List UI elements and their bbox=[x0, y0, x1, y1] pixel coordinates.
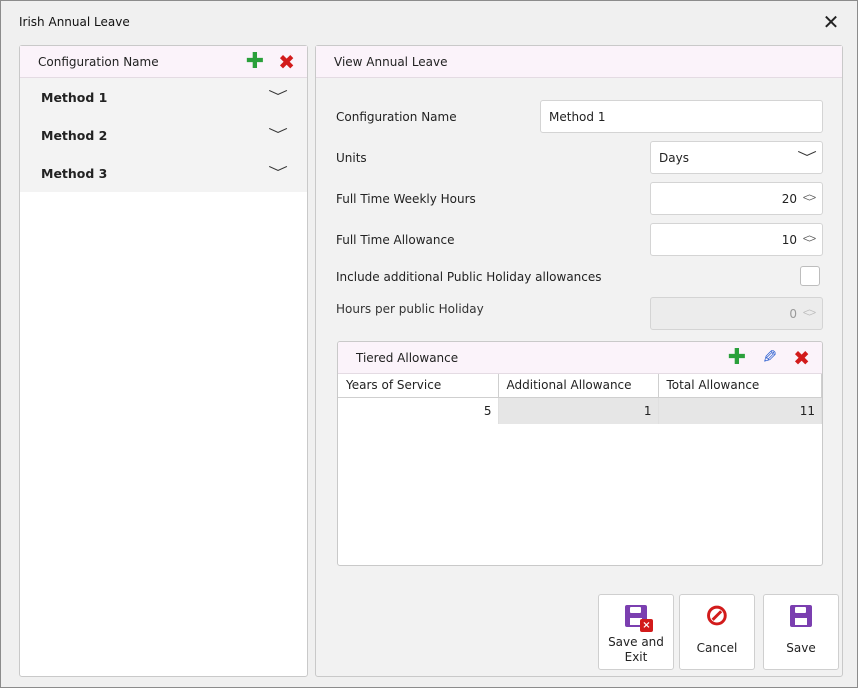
close-icon[interactable]: ✕ bbox=[817, 10, 845, 34]
configuration-list-header: Configuration Name ✚ ✖ bbox=[20, 46, 307, 78]
spin-down-icon[interactable]: ﹀ bbox=[803, 198, 817, 207]
allowance-stepper[interactable]: 10 ︿ ﹀ bbox=[650, 223, 823, 256]
public-holiday-checkbox[interactable] bbox=[800, 266, 820, 286]
spin-down-icon[interactable]: ﹀ bbox=[803, 239, 817, 248]
method-item-label: Method 3 bbox=[41, 165, 108, 181]
save-and-exit-label-line1: Save and bbox=[608, 635, 664, 649]
save-label: Save bbox=[786, 641, 816, 655]
floppy-disk-icon: × bbox=[625, 605, 653, 632]
column-header-years[interactable]: Years of Service bbox=[338, 374, 499, 398]
spinner-icon: ︿ ﹀ bbox=[802, 305, 817, 323]
tiered-allowance-header: Tiered Allowance ✚ ✎ ✖ bbox=[338, 342, 822, 374]
method-item-label: Method 1 bbox=[41, 89, 108, 105]
allowance-value: 10 bbox=[781, 232, 797, 247]
delete-tier-icon[interactable]: ✖ bbox=[793, 348, 810, 368]
weekly-hours-value: 20 bbox=[781, 191, 797, 206]
configuration-list-title: Configuration Name bbox=[38, 54, 159, 69]
chevron-down-icon[interactable]: ﹀ bbox=[268, 125, 288, 145]
spin-down-icon: ﹀ bbox=[802, 312, 817, 323]
save-and-exit-button[interactable]: × Save and Exit bbox=[598, 594, 674, 670]
add-configuration-icon[interactable]: ✚ bbox=[246, 50, 264, 73]
units-value: Days bbox=[659, 150, 689, 165]
column-header-total[interactable]: Total Allowance bbox=[658, 374, 822, 398]
spinner-icon[interactable]: ︿ ﹀ bbox=[803, 231, 817, 248]
method-item-1[interactable]: Method 1 ﹀ bbox=[20, 78, 307, 116]
additional-cell: 1 bbox=[498, 397, 659, 424]
tiered-allowance-title: Tiered Allowance bbox=[356, 350, 459, 365]
no-entry-icon: ⊘ bbox=[704, 598, 730, 633]
close-badge-icon: × bbox=[640, 619, 653, 632]
hours-per-holiday-label: Hours per public Holiday bbox=[336, 302, 484, 316]
hours-per-holiday-stepper: 0 ︿ ﹀ bbox=[650, 297, 823, 330]
weekly-hours-stepper[interactable]: 20 ︿ ﹀ bbox=[650, 182, 823, 215]
edit-tier-icon[interactable]: ✎ bbox=[762, 347, 777, 368]
method-item-3[interactable]: Method 3 ﹀ bbox=[20, 154, 307, 192]
allowance-label: Full Time Allowance bbox=[336, 233, 455, 247]
save-button[interactable]: Save bbox=[763, 594, 839, 670]
hours-per-holiday-value: 0 bbox=[789, 306, 797, 321]
view-annual-leave-title: View Annual Leave bbox=[334, 54, 448, 69]
dialog-window: Irish Annual Leave ✕ Configuration Name … bbox=[0, 0, 858, 688]
configuration-list-panel: Configuration Name ✚ ✖ Method 1 ﹀ Method… bbox=[19, 45, 308, 677]
spinner-icon[interactable]: ︿ ﹀ bbox=[803, 190, 817, 207]
method-item-label: Method 2 bbox=[41, 127, 108, 143]
save-exit-icon: × bbox=[625, 601, 653, 632]
cancel-label: Cancel bbox=[696, 641, 738, 655]
view-annual-leave-header: View Annual Leave bbox=[316, 46, 842, 78]
cancel-icon-wrap: ⊘ bbox=[704, 601, 729, 631]
total-cell: 11 bbox=[658, 397, 822, 424]
configuration-name-label: Configuration Name bbox=[336, 110, 457, 124]
save-icon-wrap bbox=[790, 601, 812, 631]
cancel-button[interactable]: ⊘ Cancel bbox=[679, 594, 755, 670]
title-bar: Irish Annual Leave ✕ bbox=[1, 1, 857, 43]
window-title: Irish Annual Leave bbox=[19, 15, 130, 29]
chevron-down-icon[interactable]: ﹀ bbox=[268, 87, 288, 107]
tiered-allowance-panel: Tiered Allowance ✚ ✎ ✖ Years of Service … bbox=[337, 341, 823, 566]
weekly-hours-label: Full Time Weekly Hours bbox=[336, 192, 476, 206]
table-header-row: Years of Service Additional Allowance To… bbox=[338, 374, 822, 398]
method-list: Method 1 ﹀ Method 2 ﹀ Method 3 ﹀ bbox=[20, 78, 307, 192]
tiered-allowance-actions: ✚ ✎ ✖ bbox=[728, 346, 810, 369]
public-holiday-label: Include additional Public Holiday allowa… bbox=[336, 270, 602, 284]
configuration-name-value: Method 1 bbox=[549, 109, 606, 124]
method-item-2[interactable]: Method 2 ﹀ bbox=[20, 116, 307, 154]
configuration-name-input[interactable]: Method 1 bbox=[540, 100, 823, 133]
units-select[interactable]: Days ﹀ bbox=[650, 141, 823, 174]
save-and-exit-label-line2: Exit bbox=[624, 650, 648, 664]
units-label: Units bbox=[336, 151, 367, 165]
add-tier-icon[interactable]: ✚ bbox=[728, 346, 746, 369]
column-header-additional[interactable]: Additional Allowance bbox=[498, 374, 659, 398]
view-annual-leave-panel: View Annual Leave Configuration Name Met… bbox=[315, 45, 843, 677]
years-cell[interactable]: 5 bbox=[338, 397, 499, 424]
tiered-allowance-table: Years of Service Additional Allowance To… bbox=[338, 374, 822, 424]
chevron-down-icon[interactable]: ﹀ bbox=[268, 163, 288, 183]
floppy-disk-icon bbox=[790, 605, 812, 627]
chevron-down-icon[interactable]: ﹀ bbox=[797, 148, 817, 168]
delete-configuration-icon[interactable]: ✖ bbox=[278, 52, 295, 72]
table-row[interactable]: 5 1 11 bbox=[338, 397, 822, 424]
configuration-actions: ✚ ✖ bbox=[246, 50, 295, 73]
